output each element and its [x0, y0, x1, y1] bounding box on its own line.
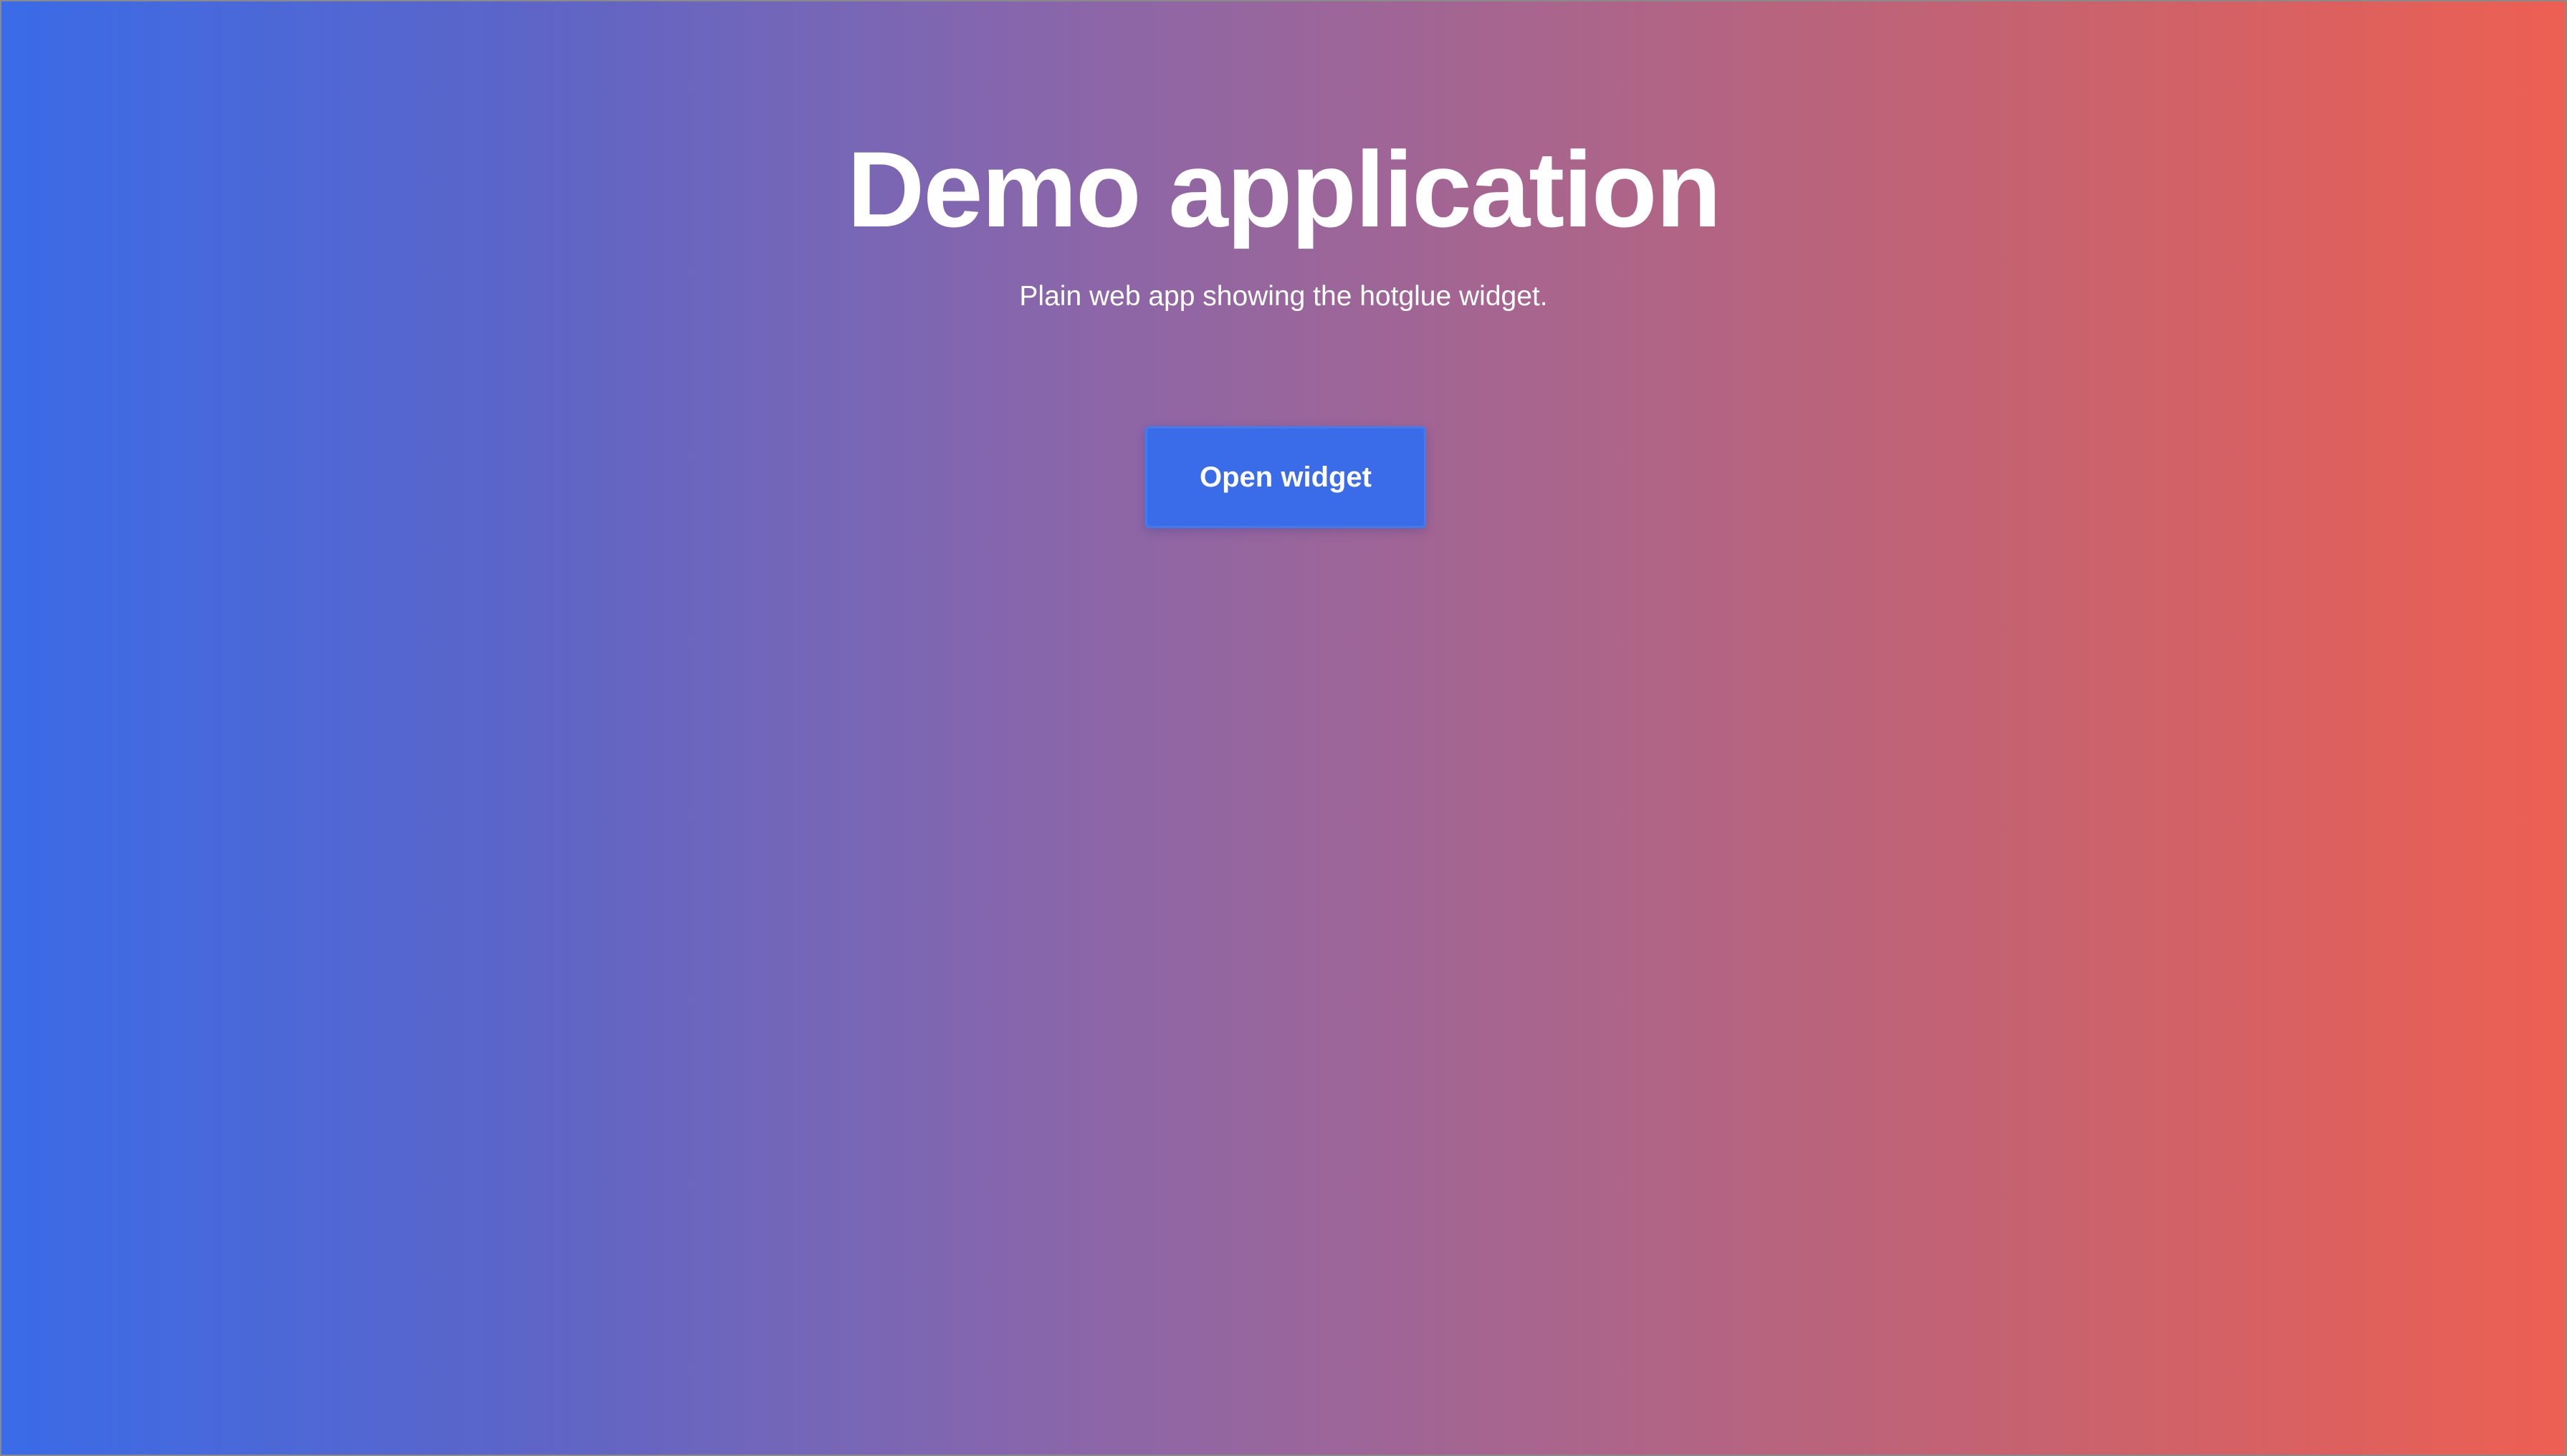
open-widget-button[interactable]: Open widget — [1145, 426, 1426, 528]
page-subtitle: Plain web app showing the hotglue widget… — [1019, 281, 1548, 312]
page-background: Demo application Plain web app showing t… — [0, 0, 2567, 1456]
page-title: Demo application — [846, 129, 1721, 249]
